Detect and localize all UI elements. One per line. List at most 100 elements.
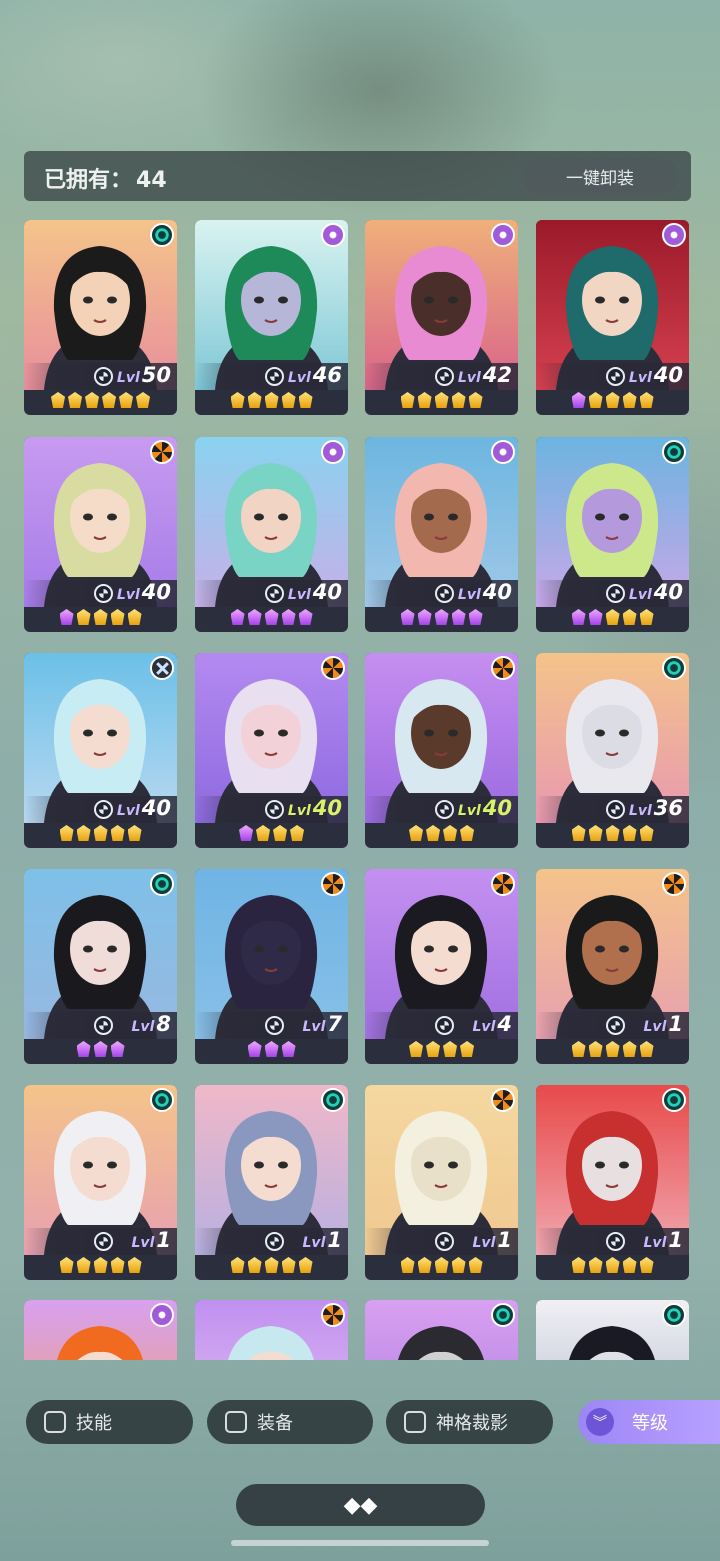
gold-gem-icon [264, 1257, 279, 1273]
skill-checkbox[interactable] [44, 1411, 66, 1433]
character-card[interactable]: Lvl 40 [195, 437, 348, 632]
gold-gem-icon [443, 1041, 457, 1057]
character-card[interactable]: Lvl 1 [24, 1085, 177, 1280]
gold-gem-icon [571, 1041, 586, 1057]
equipment-slot-icon [606, 367, 625, 386]
character-card[interactable]: Lvl 40 [365, 653, 518, 848]
character-card[interactable]: Lvl 40 [536, 220, 689, 415]
gold-gem-icon [468, 1257, 483, 1273]
equipment-slot-icon [94, 1232, 113, 1251]
purple-gem-icon [468, 609, 483, 625]
character-card[interactable]: Lvl 1 [536, 1085, 689, 1280]
gold-gem-icon [588, 825, 603, 841]
purple-gem-icon [247, 1041, 262, 1057]
character-card[interactable]: Lvl 8 [24, 869, 177, 1064]
filter-skill-button[interactable]: 技能 [26, 1400, 193, 1444]
character-card[interactable]: Lvl 40 [24, 653, 177, 848]
character-card[interactable]: Lvl 40 [536, 437, 689, 632]
orange-element-icon [321, 656, 345, 680]
character-card[interactable]: Lvl 4 [365, 869, 518, 1064]
star-rating [536, 1041, 689, 1061]
gold-gem-icon [110, 825, 125, 841]
unequip-all-button[interactable]: 一键卸装 [523, 157, 677, 195]
character-card[interactable]: Lvl 40 [24, 437, 177, 632]
character-card[interactable] [536, 1300, 689, 1360]
level-label: Lvl 36 [629, 796, 683, 823]
level-prefix: Lvl [643, 1235, 667, 1251]
gold-gem-icon [281, 392, 296, 408]
level-label: Lvl 40 [458, 796, 512, 823]
sort-level-button[interactable]: ︾ 等级 [578, 1400, 720, 1444]
teal-element-icon [662, 440, 686, 464]
equipment-slot-icon [94, 800, 113, 819]
gold-gem-icon [127, 609, 142, 625]
gold-gem-icon [298, 392, 313, 408]
owned-count-value: 44 [136, 168, 167, 193]
purple-gem-icon [588, 609, 603, 625]
character-card[interactable]: Lvl 1 [365, 1085, 518, 1280]
equipment-slot-icon [606, 584, 625, 603]
level-value: 40 [482, 796, 512, 820]
level-label: Lvl 42 [458, 363, 512, 390]
equipment-slot-icon [435, 367, 454, 386]
character-card[interactable]: Lvl 42 [365, 220, 518, 415]
owned-count-label: 已拥有： 44 [40, 162, 167, 194]
filter-equipment-button[interactable]: 装备 [207, 1400, 373, 1444]
character-card[interactable]: Lvl 40 [195, 653, 348, 848]
teal-element-icon [491, 1303, 515, 1327]
level-value: 40 [141, 580, 171, 604]
gold-gem-icon [460, 1041, 474, 1057]
teal-element-icon [662, 656, 686, 680]
gold-gem-icon [434, 1257, 449, 1273]
home-indicator[interactable] [231, 1540, 489, 1546]
star-rating [536, 392, 689, 412]
character-card[interactable]: Lvl 1 [536, 869, 689, 1064]
gold-gem-icon [588, 1257, 603, 1273]
character-card[interactable]: Lvl 1 [195, 1085, 348, 1280]
gold-gem-icon [136, 392, 150, 408]
gold-gem-icon [256, 825, 270, 841]
gold-gem-icon [588, 1041, 603, 1057]
level-prefix: Lvl [628, 587, 652, 603]
level-value: 8 [156, 1012, 171, 1036]
character-card[interactable]: Lvl 7 [195, 869, 348, 1064]
purple-gem-icon [230, 609, 245, 625]
gold-gem-icon [571, 1257, 586, 1273]
filter-divine-button[interactable]: 神格裁影 [386, 1400, 553, 1444]
character-card[interactable]: Lvl 50 [24, 220, 177, 415]
gold-gem-icon [426, 1041, 440, 1057]
character-card[interactable] [365, 1300, 518, 1360]
gold-gem-icon [622, 392, 637, 408]
character-card[interactable] [24, 1300, 177, 1360]
character-card[interactable]: Lvl 40 [365, 437, 518, 632]
star-rating [195, 609, 348, 629]
purple-gem-icon [281, 609, 296, 625]
gold-gem-icon [298, 1257, 313, 1273]
gold-gem-icon [127, 1257, 142, 1273]
star-rating [365, 609, 518, 629]
divine-checkbox[interactable] [404, 1411, 426, 1433]
level-prefix: Lvl [302, 1019, 326, 1035]
star-rating [195, 1257, 348, 1277]
equipment-slot-icon [265, 800, 284, 819]
gold-gem-icon [434, 392, 449, 408]
character-card[interactable] [195, 1300, 348, 1360]
level-value: 1 [327, 1228, 342, 1252]
gold-gem-icon [451, 392, 466, 408]
gold-gem-icon [622, 609, 637, 625]
character-card[interactable]: Lvl 36 [536, 653, 689, 848]
level-label: Lvl 8 [132, 1012, 171, 1039]
purple-gem-icon [264, 1041, 279, 1057]
gold-gem-icon [400, 1257, 415, 1273]
equipment-checkbox[interactable] [225, 1411, 247, 1433]
level-prefix: Lvl [628, 803, 652, 819]
gold-gem-icon [571, 825, 586, 841]
purple-element-icon [491, 440, 515, 464]
gold-gem-icon [230, 392, 245, 408]
gold-gem-icon [639, 1041, 654, 1057]
character-card[interactable]: Lvl 46 [195, 220, 348, 415]
purple-gem-icon [93, 1041, 108, 1057]
collapse-menu-button[interactable]: ◆◆ [236, 1484, 485, 1526]
level-label: Lvl 1 [132, 1228, 171, 1255]
level-value: 40 [482, 580, 512, 604]
